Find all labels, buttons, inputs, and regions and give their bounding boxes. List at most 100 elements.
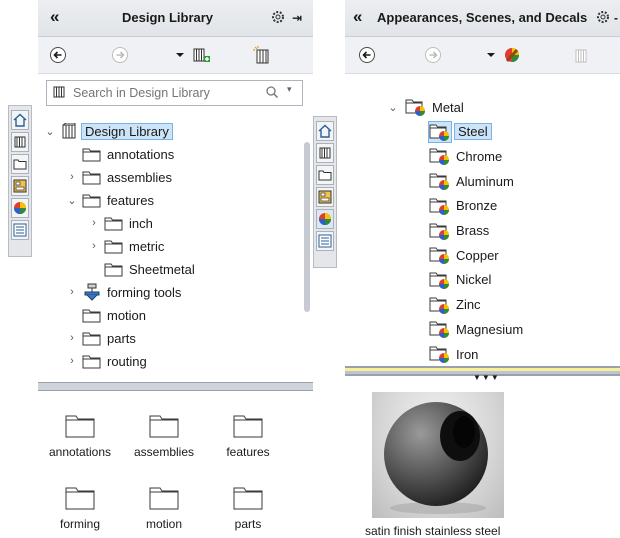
appearances-tab-icon[interactable] (11, 198, 29, 218)
appearance-folder-icon (429, 221, 451, 241)
expand-chevron-icon[interactable]: › (66, 171, 78, 183)
appearance-tree-item[interactable]: Bronze (429, 195, 497, 217)
appearances-titlebar: « Appearances, Scenes, and Decals - (345, 0, 620, 37)
appearance-folder-icon (405, 97, 427, 117)
add-to-library-dropdown-icon[interactable] (174, 45, 214, 65)
folder-tile[interactable]: forming (40, 486, 120, 531)
search-icon[interactable] (265, 85, 281, 102)
expand-chevron-icon[interactable]: › (66, 332, 78, 344)
tree-scrollbar[interactable] (304, 142, 310, 312)
collapse-chevron-icon[interactable]: ⌄ (387, 101, 399, 114)
tree-item[interactable]: › metric (92, 235, 165, 257)
file-explorer-tab-icon[interactable] (11, 154, 29, 174)
forward-arrow-icon[interactable] (423, 45, 443, 65)
appearances-toolbar (345, 37, 620, 74)
add-appearance-dropdown-icon[interactable] (485, 45, 525, 65)
collapse-chevron-icon[interactable]: ⌄ (66, 194, 78, 207)
appearance-tree-item[interactable]: Aluminum (429, 170, 514, 192)
tree-item[interactable]: Sheetmetal (104, 258, 195, 280)
panel-title: Design Library (122, 10, 214, 25)
back-arrow-icon[interactable] (48, 45, 68, 65)
design-library-icon (52, 85, 66, 102)
tree-item[interactable]: › routing (70, 350, 147, 372)
appearance-tree-item[interactable]: ⌄ Metal (388, 96, 464, 118)
folder-tile[interactable]: assemblies (124, 414, 204, 459)
expand-chevron-icon[interactable]: › (88, 240, 100, 252)
tree-item-label: forming tools (107, 284, 182, 300)
file-explorer-tab-icon[interactable] (316, 165, 334, 185)
tree-item[interactable]: › parts (70, 327, 136, 349)
collapse-panel-button[interactable]: « (50, 7, 59, 27)
appearance-tree-item[interactable]: Chrome (429, 145, 502, 167)
no-chevron (66, 148, 78, 160)
expand-chevron-icon[interactable]: › (88, 217, 100, 229)
tree-item[interactable]: ⌄ features (67, 189, 154, 211)
design-library-tab-icon[interactable] (11, 132, 29, 152)
folder-tile[interactable]: motion (124, 486, 204, 531)
pin-icon[interactable]: - (614, 11, 618, 25)
folder-icon (104, 215, 124, 231)
appearance-tree-item-label: Magnesium (456, 321, 524, 337)
folder-grid: annotations assemblies features forming moti… (38, 392, 313, 538)
custom-properties-tab-icon[interactable] (11, 220, 29, 240)
appearance-tree-item[interactable]: Nickel (429, 269, 491, 291)
appearance-tree-item[interactable]: Brass (429, 220, 489, 242)
design-library-tab-icon[interactable] (316, 143, 334, 163)
appearance-folder-icon (429, 270, 451, 290)
folder-tile-label: parts (234, 517, 262, 531)
appearance-preview[interactable] (372, 392, 504, 518)
appearance-tree-item-label: Copper (456, 247, 499, 263)
search-input[interactable] (71, 83, 245, 103)
collapse-chevron-icon[interactable]: ⌄ (44, 125, 56, 138)
appearance-tree-item[interactable]: Zinc (429, 294, 481, 316)
tree-item[interactable]: › assemblies (70, 166, 172, 188)
design-library-panel: « Design Library ⇥ ▾ ⌄Design Libraryann (38, 0, 313, 538)
pin-icon[interactable]: ⇥ (292, 11, 302, 25)
folder-icon (40, 414, 120, 441)
tree-item-label: metric (129, 238, 165, 254)
options-gear-icon[interactable] (595, 9, 611, 28)
appearance-folder-icon (429, 196, 451, 216)
folder-icon (208, 486, 288, 513)
custom-properties-tab-icon[interactable] (316, 231, 334, 251)
tree-item[interactable]: › inch (92, 212, 153, 234)
design-library-disabled-icon[interactable] (571, 45, 591, 65)
appearance-tree-item-label: Steel (454, 123, 492, 141)
appearance-tree-item[interactable]: Steel (428, 120, 492, 143)
view-palette-tab-icon[interactable] (316, 187, 334, 207)
forward-arrow-icon[interactable] (110, 45, 130, 65)
tree-item[interactable]: ⌄ Design Library (45, 120, 173, 142)
appearance-tree-item-label: Nickel (456, 272, 492, 288)
panel-splitter[interactable] (38, 382, 313, 391)
create-new-folder-icon[interactable] (252, 45, 272, 65)
tree-item-label: routing (107, 353, 147, 369)
home-tab-icon[interactable] (11, 110, 29, 130)
tree-item[interactable]: motion (82, 304, 146, 326)
search-options-chevron-icon[interactable]: ▾ (287, 84, 292, 95)
folder-icon (124, 414, 204, 441)
tree-item[interactable]: › forming tools (70, 281, 182, 303)
folder-tile[interactable]: features (208, 414, 288, 459)
folder-icon (82, 353, 102, 369)
appearance-tree-item[interactable]: Iron (429, 343, 478, 365)
back-arrow-icon[interactable] (357, 45, 377, 65)
tree-item-label: motion (107, 307, 147, 323)
panel-splitter[interactable]: ▼▼▼ (345, 366, 620, 382)
appearance-tree-item-label: Zinc (456, 297, 481, 313)
tree-item[interactable]: annotations (82, 143, 174, 165)
options-gear-icon[interactable] (270, 9, 286, 28)
folder-tile[interactable]: parts (208, 486, 288, 531)
no-chevron (66, 309, 78, 321)
expand-chevron-icon[interactable]: › (66, 286, 78, 298)
appearance-tree-item[interactable]: Magnesium (429, 318, 523, 340)
collapse-panel-button[interactable]: « (353, 7, 362, 27)
home-tab-icon[interactable] (316, 121, 334, 141)
folder-tile[interactable]: annotations (40, 414, 120, 459)
appearances-tab-icon[interactable] (316, 209, 334, 229)
folder-icon (82, 307, 102, 323)
expand-chevron-icon[interactable]: › (66, 355, 78, 367)
view-palette-tab-icon[interactable] (11, 176, 29, 196)
appearance-tree-item-label: Aluminum (456, 173, 514, 189)
appearance-tree-item[interactable]: Copper (429, 244, 499, 266)
design-library-search[interactable]: ▾ (46, 80, 303, 106)
